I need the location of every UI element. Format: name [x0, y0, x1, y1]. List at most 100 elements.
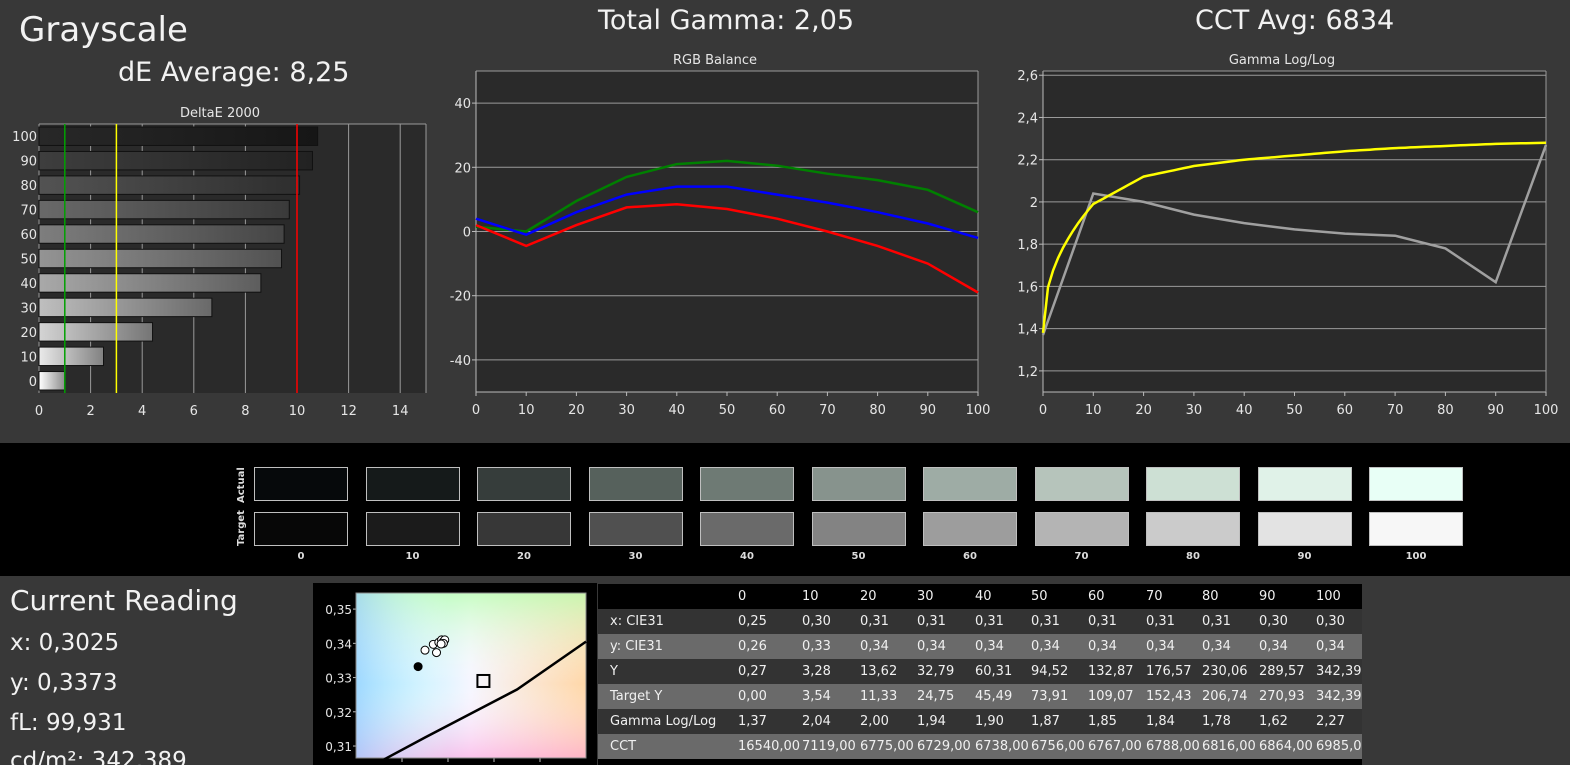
- table-cell: 45,49: [975, 689, 1013, 704]
- swatch-panel: Actual Target 0 10 20 30 40 50 60 70 80 90 100: [0, 443, 1570, 576]
- bar-100: [38, 126, 319, 146]
- deltae-bar-chart: 0 2 4 6 8 10 12 141009080706050403020100: [12, 123, 427, 419]
- table-cell: 2,00: [860, 714, 889, 729]
- table-row: x: CIE31 0,25 0,30 0,31 0,31 0,31 0,31 0,31 0,31…: [598, 609, 1362, 634]
- bar-70: [38, 199, 290, 220]
- x-tick-label: 30: [1186, 403, 1203, 418]
- y-tick-label: 0: [463, 226, 471, 241]
- table-cell: 132,87: [1088, 664, 1134, 679]
- swatch-target-20: [477, 512, 571, 546]
- swatch-label: 40: [740, 551, 754, 562]
- y-tick-label: 40: [20, 277, 37, 292]
- swatch-target-60: [923, 512, 1017, 546]
- table-cell: 109,07: [1088, 689, 1134, 704]
- y-tick-label: 50: [20, 253, 37, 268]
- table-row-label: Target Y: [610, 689, 663, 704]
- table-cell: 0,34: [1088, 639, 1117, 654]
- table-cell: 176,57: [1146, 664, 1192, 679]
- table-cell: 0,25: [738, 614, 767, 629]
- table-cell: 2,27: [1316, 714, 1345, 729]
- measurement-point: [420, 645, 430, 655]
- table-cell: 1,62: [1259, 714, 1288, 729]
- swatch-actual-100: [1369, 467, 1463, 501]
- y-tick-label: 20: [20, 326, 37, 341]
- table-cell: 7119,00: [802, 739, 856, 754]
- table-cell: 1,90: [975, 714, 1004, 729]
- measurement-point: [432, 648, 441, 658]
- y-tick-label: 30: [20, 301, 37, 316]
- bar-60: [38, 224, 285, 244]
- table-cell: 0,26: [738, 639, 767, 654]
- x-tick-label: 50: [1286, 403, 1303, 418]
- y-tick-label: 20: [454, 161, 471, 176]
- page-title: Grayscale: [19, 10, 188, 50]
- x-tick-label: 80: [869, 403, 886, 418]
- table-cell: 0,34: [1031, 639, 1060, 654]
- table-cell: 73,91: [1031, 689, 1069, 704]
- table-cell: 0,30: [1316, 614, 1345, 629]
- y-tick-label: -40: [450, 354, 471, 369]
- x-tick-label: 12: [340, 404, 357, 419]
- table-cell: 6864,00: [1259, 739, 1313, 754]
- table-cell: 0,34: [1146, 639, 1175, 654]
- table-cell: 6788,00: [1146, 739, 1200, 754]
- y-tick-label: 70: [20, 204, 37, 219]
- swatch-label: 10: [405, 551, 420, 562]
- cie-gamut-overlay-2: [356, 593, 586, 758]
- y-tick-label: 0,31: [325, 740, 352, 754]
- table-cell: 3,28: [802, 664, 831, 679]
- swatch-label: 80: [1186, 551, 1200, 562]
- table-cell: 1,37: [738, 714, 767, 729]
- table-cell: 6775,00: [860, 739, 914, 754]
- table-cell: 11,33: [860, 689, 898, 704]
- swatch-target-10: [365, 512, 460, 546]
- table-cell: 60,31: [975, 664, 1013, 679]
- swatch-label: 50: [851, 551, 866, 562]
- swatch-label: 70: [1074, 551, 1089, 562]
- x-tick-label: 90: [1487, 403, 1504, 418]
- y-tick-label: 0,32: [325, 706, 352, 720]
- table-column-header: 40: [975, 589, 992, 604]
- de-average-label: dE Average: 8,25: [118, 57, 350, 88]
- table-cell: 230,06: [1202, 664, 1248, 679]
- x-tick-label: 2: [86, 404, 94, 419]
- measurement-point: [413, 662, 423, 672]
- swatch-label: 90: [1297, 551, 1312, 562]
- table-cell: 6756,00: [1031, 739, 1085, 754]
- table-cell: 0,30: [802, 614, 831, 629]
- table-cell: 0,31: [1088, 614, 1117, 629]
- x-tick-label: 0: [35, 404, 43, 419]
- bar-10: [38, 346, 104, 367]
- swatch-actual-50: [811, 467, 906, 501]
- swatch-target-70: [1034, 512, 1129, 546]
- y-tick-label: 1,6: [1017, 280, 1038, 295]
- table-cell: 342,39: [1316, 689, 1362, 704]
- x-tick-label: 20: [1135, 403, 1152, 418]
- swatch-target-0: [254, 512, 348, 546]
- x-tick-label: 6: [190, 404, 198, 419]
- swatch-target-50: [811, 512, 906, 546]
- table-cell: 1,84: [1146, 714, 1175, 729]
- gamma-loglog-line-chart: 2,6 2,4 2,2 2 1,8 1,6 1,4 1,2 0 10 20 30 40 50 60 70 80 9…: [1017, 69, 1558, 418]
- x-tick-label: 10: [1085, 403, 1102, 418]
- swatch-actual-20: [477, 467, 571, 501]
- table-cell: 1,85: [1088, 714, 1117, 729]
- table-cell: 6738,00: [975, 739, 1029, 754]
- table-cell: 94,52: [1031, 664, 1069, 679]
- table-cell: 0,33: [802, 639, 831, 654]
- total-gamma-label: Total Gamma: 2,05: [598, 5, 855, 36]
- swatch-actual-80: [1146, 467, 1240, 501]
- table-column-header: 50: [1031, 589, 1048, 604]
- table-cell: 152,43: [1146, 689, 1192, 704]
- table-cell: 6816,00: [1202, 739, 1256, 754]
- table-header-row: 0 10 20 30 40 50 60 70 80 90 100: [598, 584, 1362, 609]
- table-row-label: y: CIE31: [610, 639, 663, 654]
- reading-fl-value: fL: 99,931: [10, 710, 127, 736]
- table-cell: 270,93: [1259, 689, 1305, 704]
- table-cell: 24,75: [917, 689, 955, 704]
- table-cell: 0,34: [860, 639, 889, 654]
- y-tick-label: 60: [20, 228, 37, 243]
- y-tick-label: 0,34: [325, 637, 352, 651]
- swatch-label: 60: [963, 551, 977, 562]
- swatch-actual-60: [923, 467, 1017, 501]
